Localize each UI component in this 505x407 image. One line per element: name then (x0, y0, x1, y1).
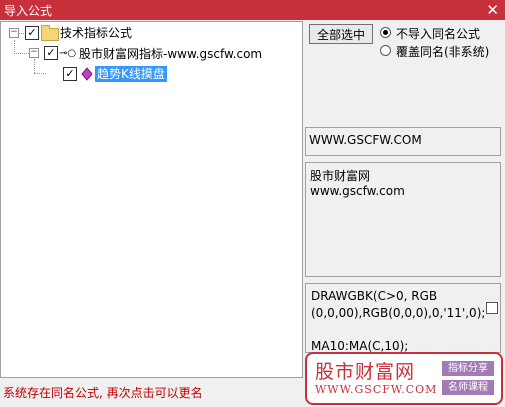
description-line: www.gscfw.com (310, 184, 405, 198)
tree-checkbox-child[interactable]: ✓ (44, 46, 58, 60)
tree-connector (14, 53, 29, 54)
formula-tree[interactable]: − ✓ 技术指标公式 − ✓ ⊸○ 股市财富网指标-www.gscfw.com … (0, 21, 303, 378)
description-line: 股市财富网 (310, 169, 371, 183)
tree-node-root[interactable]: 技术指标公式 (60, 25, 132, 41)
tree-connector (34, 73, 46, 74)
tree-connector (14, 40, 15, 54)
code-line: DRAWGBK(C>0, RGB (311, 289, 438, 303)
code-box[interactable]: DRAWGBK(C>0, RGB (0,0,00),RGB(0,0,0),0,'… (305, 283, 501, 353)
close-icon[interactable]: ✕ (486, 0, 499, 20)
tree-checkbox-root[interactable]: ✓ (25, 26, 39, 40)
formula-group-icon: ⊸○ (59, 48, 77, 59)
tree-checkbox-leaf[interactable]: ✓ (63, 67, 77, 81)
website-box: WWW.GSCFW.COM (305, 127, 501, 156)
tree-node-leaf[interactable]: 趋势K线摸盘 (95, 66, 167, 82)
overwrite-same-label: 覆盖同名(非系统) (396, 45, 490, 59)
code-line: (0,0,00),RGB(0,0,0),0,'11',0); (311, 306, 486, 320)
watermark-logo: 股市财富网 WWW.GSCFW.COM 指标分享 名师课程 (305, 352, 503, 405)
overwrite-same-radio[interactable] (380, 45, 391, 56)
watermark-tag: 指标分享 (442, 361, 494, 376)
skip-same-label: 不导入同名公式 (396, 27, 481, 41)
status-message: 系统存在同名公式, 再次点击可以更名 (3, 386, 203, 400)
window-title: 导入公式 (4, 4, 53, 18)
description-box: 股市财富网 www.gscfw.com (305, 162, 501, 277)
watermark-brand: 股市财富网 (315, 361, 416, 383)
select-all-button[interactable]: 全部选中 (309, 24, 373, 44)
watermark-tag: 名师课程 (442, 380, 494, 395)
folder-icon (41, 25, 59, 41)
skip-same-radio[interactable] (380, 27, 391, 38)
tree-expander-child[interactable]: − (29, 48, 39, 58)
code-checkbox[interactable] (486, 302, 498, 314)
formula-icon (81, 67, 93, 83)
tree-node-child[interactable]: 股市财富网指标-www.gscfw.com (79, 46, 262, 62)
title-bar: 导入公式 ✕ (0, 0, 505, 20)
tree-expander-root[interactable]: − (9, 28, 19, 38)
code-line: MA10:MA(C,10); (311, 339, 409, 353)
website-text: WWW.GSCFW.COM (309, 133, 422, 147)
watermark-url: WWW.GSCFW.COM (315, 383, 438, 396)
tree-connector (34, 59, 35, 73)
